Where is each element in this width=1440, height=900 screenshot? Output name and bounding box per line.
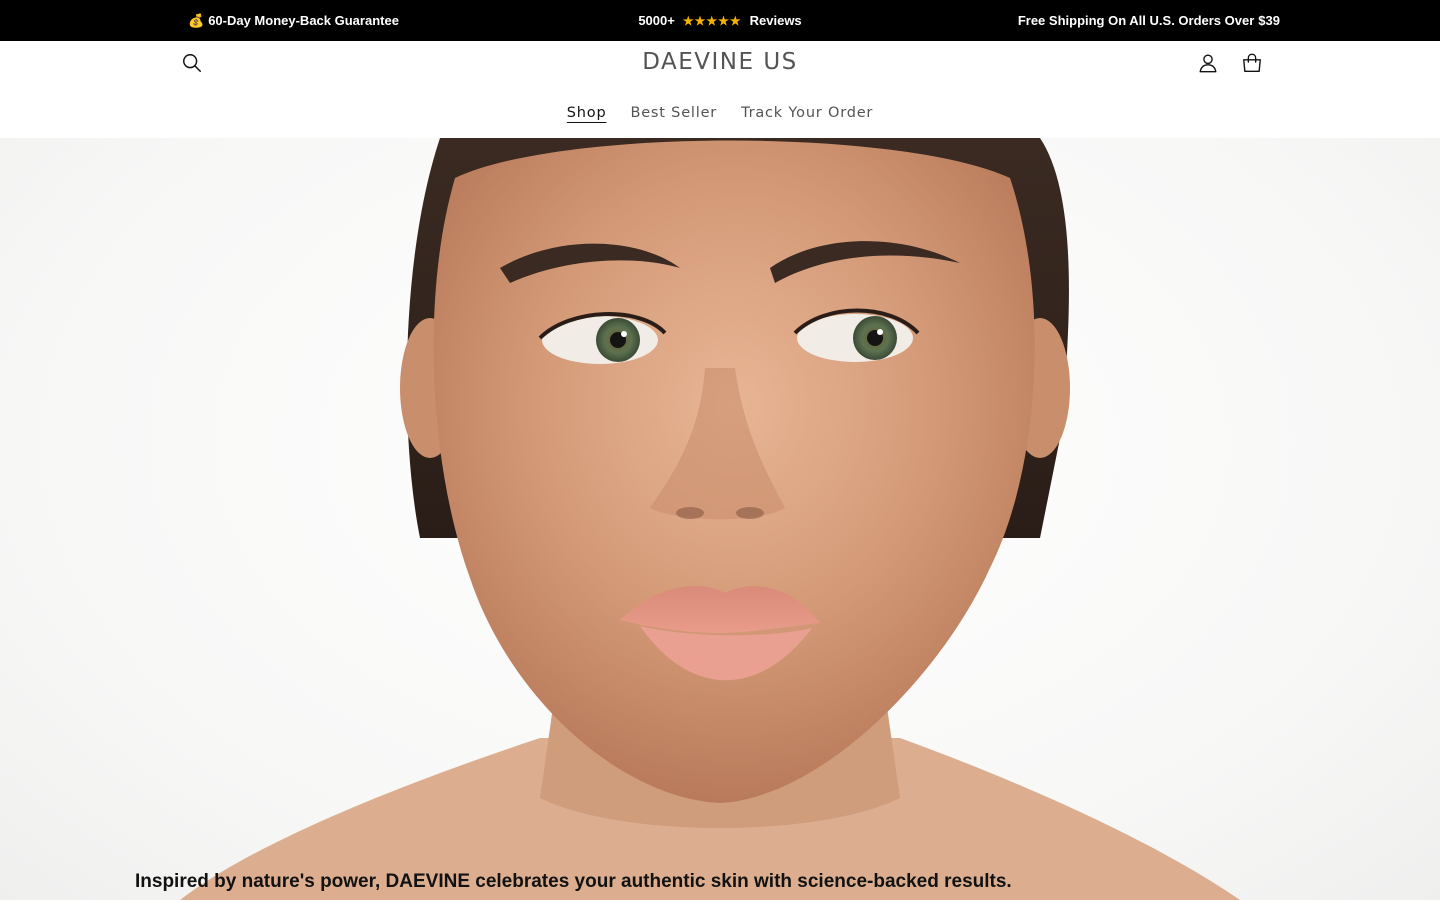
reviews-label: Reviews <box>749 13 802 28</box>
cart-button[interactable] <box>1238 49 1266 77</box>
site-logo[interactable]: DAEVINE US <box>0 49 1440 75</box>
account-button[interactable] <box>1194 49 1222 77</box>
hero-banner: Inspired by nature's power, DAEVINE cele… <box>0 138 1440 900</box>
cart-icon <box>1243 53 1261 72</box>
nav-link-track-order[interactable]: Track Your Order <box>741 105 873 121</box>
shipping-announcement: Free Shipping On All U.S. Orders Over $3… <box>1018 0 1280 41</box>
nav-link-best-seller[interactable]: Best Seller <box>630 105 717 121</box>
nav-link-shop[interactable]: Shop <box>567 105 607 121</box>
main-nav: Shop Best Seller Track Your Order <box>0 105 1440 121</box>
hero-caption: Inspired by nature's power, DAEVINE cele… <box>135 871 1012 892</box>
site-header: DAEVINE US Shop Best Seller Track Your O… <box>0 41 1440 138</box>
account-icon <box>1199 54 1217 73</box>
star-rating-icon: ★★★★★ <box>682 13 742 28</box>
shipping-text: Free Shipping On All U.S. Orders Over <box>1017 13 1255 28</box>
shipping-amount: $39 <box>1258 13 1280 28</box>
reviews-count: 5000+ <box>638 13 675 28</box>
hero-portrait-image <box>180 138 1240 900</box>
announcement-bar: 💰 60-Day Money-Back Guarantee 5000+ ★★★★… <box>0 0 1440 41</box>
